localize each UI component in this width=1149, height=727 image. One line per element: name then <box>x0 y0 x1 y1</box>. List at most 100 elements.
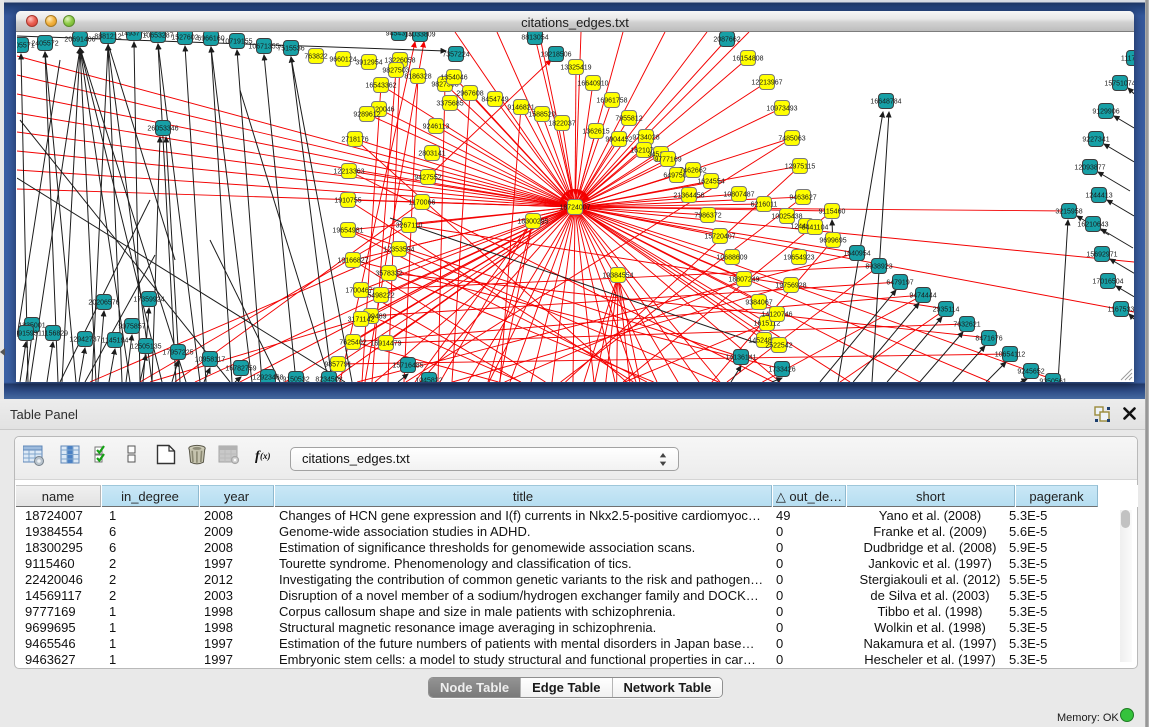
svg-text:19166827: 19166827 <box>337 258 368 265</box>
svg-text:1045822: 1045822 <box>415 378 442 383</box>
svg-text:16543362: 16543362 <box>365 83 396 90</box>
svg-text:15720407: 15720407 <box>704 234 735 241</box>
svg-text:3267110: 3267110 <box>396 223 423 230</box>
svg-text:20691406: 20691406 <box>64 37 95 44</box>
svg-text:1167533: 1167533 <box>1108 307 1134 314</box>
svg-text:12923468: 12923468 <box>252 375 283 382</box>
svg-text:12213363: 12213363 <box>333 169 364 176</box>
svg-text:1354046: 1354046 <box>440 75 467 82</box>
svg-text:10973493: 10973493 <box>766 106 797 113</box>
svg-text:3171142: 3171142 <box>348 317 375 324</box>
svg-text:1640954: 1640954 <box>843 251 870 258</box>
svg-text:2405572: 2405572 <box>31 41 58 48</box>
svg-text:9463627: 9463627 <box>789 195 816 202</box>
svg-text:(x): (x) <box>260 451 271 461</box>
svg-text:16033809: 16033809 <box>404 32 435 39</box>
svg-text:3215958: 3215958 <box>1055 209 1082 216</box>
svg-text:2967608: 2967608 <box>456 91 483 98</box>
svg-text:9474444: 9474444 <box>909 293 936 300</box>
svg-text:16648784: 16648784 <box>870 99 901 106</box>
svg-text:26053346: 26053346 <box>147 126 178 133</box>
svg-text:1733426: 1733426 <box>768 367 795 374</box>
svg-text:7625402: 7625402 <box>339 340 366 347</box>
svg-text:1145194: 1145194 <box>102 338 129 345</box>
svg-text:9350561: 9350561 <box>1039 379 1066 383</box>
svg-text:1624554: 1624554 <box>697 179 724 186</box>
svg-text:10653287: 10653287 <box>142 33 173 40</box>
svg-text:12942737: 12942737 <box>69 337 100 344</box>
svg-text:12093877: 12093877 <box>1074 165 1105 172</box>
svg-text:18807249: 18807249 <box>728 277 759 284</box>
svg-text:18724007: 18724007 <box>559 205 590 212</box>
svg-text:9427552: 9427552 <box>414 175 441 182</box>
svg-text:9245652: 9245652 <box>1017 369 1044 376</box>
svg-text:9734028: 9734028 <box>632 135 659 142</box>
svg-text:1117304: 1117304 <box>1121 56 1134 63</box>
svg-text:3578332: 3578332 <box>375 271 402 278</box>
svg-text:1362615: 1362615 <box>582 129 609 136</box>
svg-text:8471676: 8471676 <box>975 336 1002 343</box>
svg-text:16154808: 16154808 <box>732 56 763 63</box>
svg-text:12975115: 12975115 <box>785 164 816 171</box>
svg-text:7462662: 7462662 <box>679 168 706 175</box>
svg-text:2522542: 2522542 <box>765 343 792 350</box>
svg-text:1822037: 1822037 <box>548 121 575 128</box>
svg-text:1910755: 1910755 <box>334 198 361 205</box>
svg-text:9150532: 9150532 <box>282 377 309 383</box>
svg-text:1588520: 1588520 <box>528 112 555 119</box>
svg-text:16782759: 16782759 <box>225 366 256 373</box>
svg-text:14136141: 14136141 <box>725 355 756 362</box>
svg-text:15692971: 15692971 <box>1086 252 1117 259</box>
svg-text:9129906: 9129906 <box>1092 109 1119 116</box>
svg-text:9777169: 9777169 <box>654 157 681 164</box>
svg-text:3912954: 3912954 <box>355 60 382 67</box>
svg-text:16640910: 16640910 <box>577 81 608 88</box>
svg-text:19654923: 19654923 <box>783 255 814 262</box>
svg-text:1244413: 1244413 <box>1085 193 1112 200</box>
svg-text:19654981: 19654981 <box>332 228 363 235</box>
svg-text:763822: 763822 <box>304 54 327 61</box>
svg-text:1170066: 1170066 <box>409 200 436 207</box>
svg-text:10025438: 10025438 <box>771 214 802 221</box>
svg-text:7357224: 7357224 <box>442 52 469 59</box>
svg-text:8441104: 8441104 <box>802 225 829 232</box>
svg-text:16210643: 16210643 <box>1077 222 1108 229</box>
svg-text:9384067: 9384067 <box>745 300 772 307</box>
svg-text:10654112: 10654112 <box>995 352 1026 359</box>
svg-text:8881212: 8881212 <box>94 34 121 41</box>
svg-text:10671355: 10671355 <box>248 44 279 51</box>
svg-text:14120746: 14120746 <box>761 312 792 319</box>
svg-text:11156829: 11156829 <box>38 331 68 338</box>
svg-text:18300295: 18300295 <box>517 219 548 226</box>
svg-text:5498222: 5498222 <box>367 293 394 300</box>
svg-text:12213967: 12213967 <box>751 80 782 87</box>
svg-text:9246113: 9246113 <box>423 124 450 131</box>
svg-text:19756928: 19756928 <box>775 283 806 290</box>
svg-text:9857791: 9857791 <box>324 362 351 369</box>
svg-text:2718176: 2718176 <box>341 137 368 144</box>
svg-text:16961758: 16961758 <box>596 98 627 105</box>
svg-text:17359924: 17359924 <box>133 297 164 304</box>
svg-text:7632621: 7632621 <box>953 322 980 329</box>
svg-text:16914479: 16914479 <box>370 341 401 348</box>
svg-text:19218506: 19218506 <box>540 52 571 59</box>
svg-text:17016504: 17016504 <box>1092 279 1123 286</box>
svg-text:10688609: 10688609 <box>716 255 747 262</box>
svg-text:17957225: 17957225 <box>162 350 193 357</box>
svg-text:991593: 991593 <box>17 331 38 338</box>
svg-text:6216011: 6216011 <box>751 202 778 209</box>
svg-text:8234502: 8234502 <box>315 377 342 383</box>
svg-text:9699695: 9699695 <box>819 238 846 245</box>
svg-text:6479197: 6479197 <box>886 280 913 287</box>
svg-text:15751074: 15751074 <box>1104 81 1134 88</box>
svg-text:21364456: 21364456 <box>673 193 704 200</box>
svg-text:12505135: 12505135 <box>130 344 161 351</box>
svg-text:15716485: 15716485 <box>392 363 423 370</box>
svg-text:10958117: 10958117 <box>195 357 226 364</box>
svg-text:8186328: 8186328 <box>404 74 431 81</box>
svg-text:2803141: 2803141 <box>418 151 445 158</box>
svg-text:12353594: 12353594 <box>383 247 414 254</box>
svg-text:9227341: 9227341 <box>1082 137 1109 144</box>
svg-text:7515536: 7515536 <box>277 46 304 53</box>
svg-text:8454749: 8454749 <box>481 97 508 104</box>
